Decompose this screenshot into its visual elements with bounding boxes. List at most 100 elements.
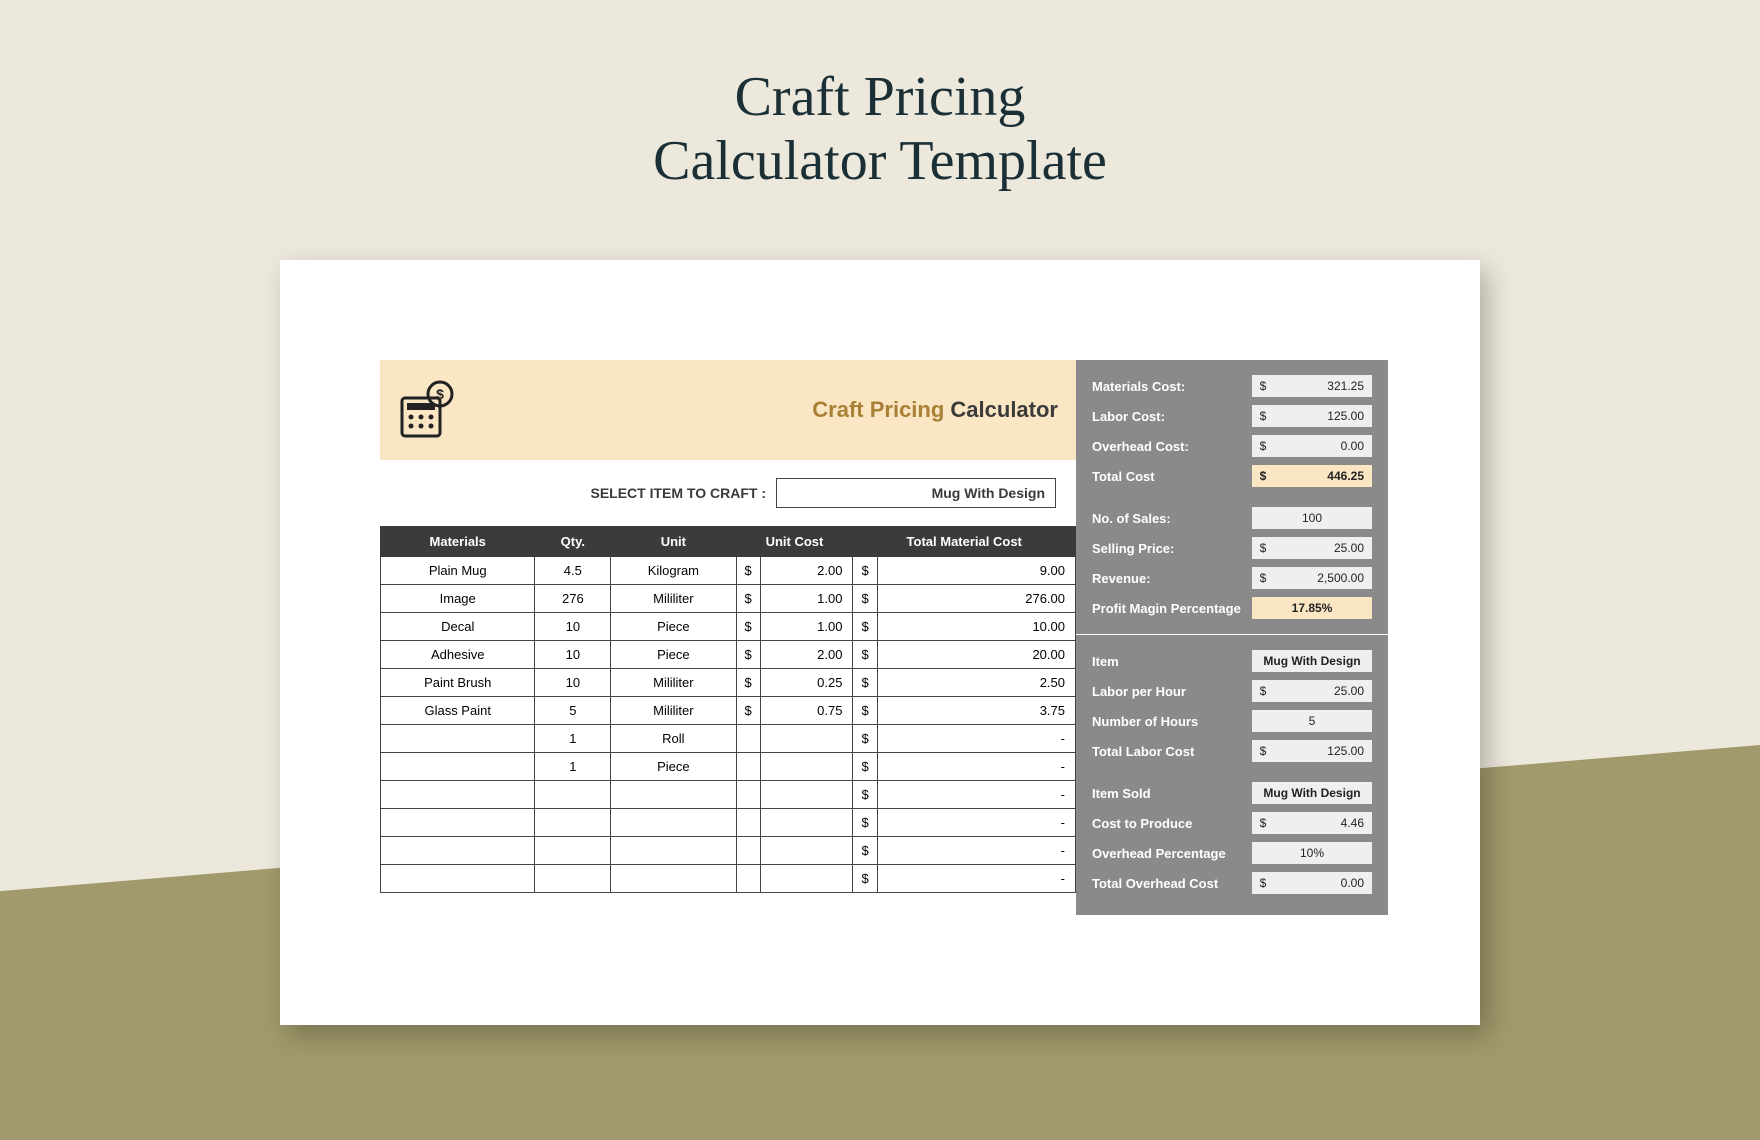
cell-uc-cur bbox=[736, 809, 760, 837]
table-row: 1Roll$- bbox=[381, 725, 1076, 753]
cell-uc[interactable]: 1.00 bbox=[760, 585, 853, 613]
select-value: Mug With Design bbox=[932, 485, 1045, 501]
cell-uc-cur bbox=[736, 781, 760, 809]
row-cost-produce: Cost to Produce $4.46 bbox=[1092, 811, 1372, 835]
cell-uc-cur bbox=[736, 837, 760, 865]
table-row: Adhesive10Piece$2.00$20.00 bbox=[381, 641, 1076, 669]
cell-uc-cur: $ bbox=[736, 669, 760, 697]
cell-uc[interactable]: 1.00 bbox=[760, 613, 853, 641]
cell-uc[interactable] bbox=[760, 725, 853, 753]
cell-qty[interactable]: 276 bbox=[535, 585, 611, 613]
cell-unit[interactable]: Mililiter bbox=[611, 669, 736, 697]
cell-t-cur: $ bbox=[853, 837, 877, 865]
banner-word1: Craft Pricing bbox=[812, 397, 944, 422]
cell-t-cur: $ bbox=[853, 641, 877, 669]
cell-unit[interactable]: Mililiter bbox=[611, 585, 736, 613]
th-materials: Materials bbox=[381, 527, 535, 557]
cell-uc[interactable] bbox=[760, 753, 853, 781]
cell-uc[interactable] bbox=[760, 837, 853, 865]
cell-uc-cur: $ bbox=[736, 585, 760, 613]
cell-total: - bbox=[877, 753, 1075, 781]
table-row: $- bbox=[381, 837, 1076, 865]
row-total-overhead: Total Overhead Cost $0.00 bbox=[1092, 871, 1372, 895]
cell-uc[interactable]: 2.00 bbox=[760, 557, 853, 585]
row-margin: Profit Magin Percentage 17.85% bbox=[1092, 596, 1372, 620]
cell-uc-cur bbox=[736, 753, 760, 781]
cell-qty[interactable] bbox=[535, 781, 611, 809]
cell-qty[interactable]: 1 bbox=[535, 725, 611, 753]
cell-qty[interactable]: 4.5 bbox=[535, 557, 611, 585]
table-row: $- bbox=[381, 781, 1076, 809]
cell-uc[interactable]: 0.25 bbox=[760, 669, 853, 697]
cell-unit[interactable] bbox=[611, 781, 736, 809]
summary-panel: Materials Cost: $321.25 Labor Cost: $125… bbox=[1076, 360, 1388, 915]
cell-qty[interactable]: 1 bbox=[535, 753, 611, 781]
cell-total: 20.00 bbox=[877, 641, 1075, 669]
cell-t-cur: $ bbox=[853, 669, 877, 697]
cell-total: 2.50 bbox=[877, 669, 1075, 697]
cell-qty[interactable] bbox=[535, 809, 611, 837]
table-row: Decal10Piece$1.00$10.00 bbox=[381, 613, 1076, 641]
cell-qty[interactable]: 5 bbox=[535, 697, 611, 725]
cell-uc[interactable] bbox=[760, 809, 853, 837]
row-total-labor: Total Labor Cost $125.00 bbox=[1092, 739, 1372, 763]
cell-unit[interactable]: Piece bbox=[611, 641, 736, 669]
svg-text:$: $ bbox=[436, 386, 444, 402]
cell-total: 3.75 bbox=[877, 697, 1075, 725]
cell-uc[interactable]: 0.75 bbox=[760, 697, 853, 725]
cell-qty[interactable] bbox=[535, 865, 611, 893]
cell-uc[interactable]: 2.00 bbox=[760, 641, 853, 669]
row-sales: No. of Sales: 100 bbox=[1092, 506, 1372, 530]
cell-material[interactable] bbox=[381, 725, 535, 753]
cell-unit[interactable] bbox=[611, 809, 736, 837]
cell-uc[interactable] bbox=[760, 865, 853, 893]
cell-material[interactable]: Plain Mug bbox=[381, 557, 535, 585]
row-labor-cost: Labor Cost: $125.00 bbox=[1092, 404, 1372, 428]
cell-unit[interactable]: Mililiter bbox=[611, 697, 736, 725]
cell-total: 276.00 bbox=[877, 585, 1075, 613]
cell-material[interactable] bbox=[381, 865, 535, 893]
cell-unit[interactable]: Piece bbox=[611, 613, 736, 641]
cell-qty[interactable]: 10 bbox=[535, 669, 611, 697]
cell-total: - bbox=[877, 809, 1075, 837]
cell-material[interactable] bbox=[381, 781, 535, 809]
banner-title: Craft Pricing Calculator bbox=[812, 397, 1058, 423]
cell-uc[interactable] bbox=[760, 781, 853, 809]
cell-qty[interactable]: 10 bbox=[535, 613, 611, 641]
template-card: $ Craft Pricing Calculator SELECT ITEM T… bbox=[280, 260, 1480, 1025]
cell-total: 10.00 bbox=[877, 613, 1075, 641]
row-hours: Number of Hours 5 bbox=[1092, 709, 1372, 733]
cell-material[interactable]: Paint Brush bbox=[381, 669, 535, 697]
cell-qty[interactable] bbox=[535, 837, 611, 865]
row-overhead-pct: Overhead Percentage 10% bbox=[1092, 841, 1372, 865]
cell-qty[interactable]: 10 bbox=[535, 641, 611, 669]
cell-t-cur: $ bbox=[853, 557, 877, 585]
cell-material[interactable]: Adhesive bbox=[381, 641, 535, 669]
cell-material[interactable]: Image bbox=[381, 585, 535, 613]
cell-material[interactable] bbox=[381, 837, 535, 865]
th-unit: Unit bbox=[611, 527, 736, 557]
cell-unit[interactable]: Roll bbox=[611, 725, 736, 753]
cell-t-cur: $ bbox=[853, 865, 877, 893]
table-row: Plain Mug4.5Kilogram$2.00$9.00 bbox=[381, 557, 1076, 585]
cell-material[interactable] bbox=[381, 809, 535, 837]
spreadsheet: $ Craft Pricing Calculator SELECT ITEM T… bbox=[380, 360, 1380, 915]
cell-unit[interactable]: Piece bbox=[611, 753, 736, 781]
table-row: $- bbox=[381, 809, 1076, 837]
cell-unit[interactable] bbox=[611, 865, 736, 893]
cell-total: - bbox=[877, 865, 1075, 893]
cell-total: - bbox=[877, 837, 1075, 865]
cell-material[interactable]: Glass Paint bbox=[381, 697, 535, 725]
th-qty: Qty. bbox=[535, 527, 611, 557]
select-item-dropdown[interactable]: Mug With Design bbox=[776, 478, 1056, 508]
cell-t-cur: $ bbox=[853, 809, 877, 837]
page-title: Craft Pricing Calculator Template bbox=[653, 65, 1107, 194]
left-panel: $ Craft Pricing Calculator SELECT ITEM T… bbox=[380, 360, 1076, 915]
cell-uc-cur bbox=[736, 725, 760, 753]
title-line1: Craft Pricing bbox=[735, 66, 1026, 128]
cell-material[interactable] bbox=[381, 753, 535, 781]
cell-material[interactable]: Decal bbox=[381, 613, 535, 641]
cell-uc-cur bbox=[736, 865, 760, 893]
cell-unit[interactable] bbox=[611, 837, 736, 865]
cell-unit[interactable]: Kilogram bbox=[611, 557, 736, 585]
